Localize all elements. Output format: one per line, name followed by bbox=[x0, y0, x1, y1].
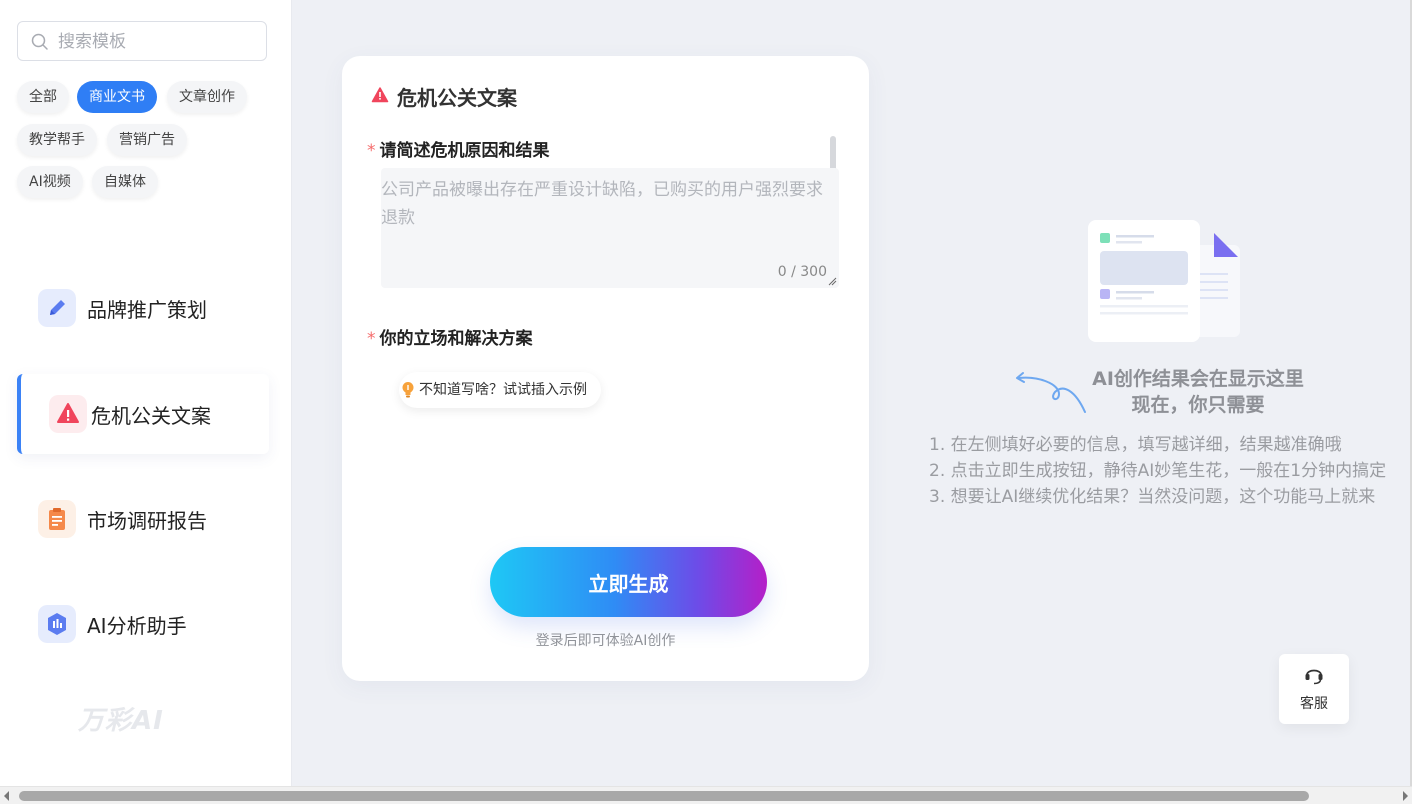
template-item-market-research[interactable]: 市场调研报告 bbox=[17, 479, 269, 559]
form-card: 危机公关文案 *请简述危机原因和结果 0 / 300 *你的立场和解决方案 不知… bbox=[342, 56, 869, 681]
clipboard-icon bbox=[38, 500, 76, 538]
generate-button[interactable]: 立即生成 bbox=[490, 547, 767, 617]
result-title-line2: 现在，你只需要 bbox=[1131, 394, 1265, 416]
category-chip-marketing[interactable]: 营销广告 bbox=[107, 124, 187, 156]
template-sidebar: 全部 商业文书 文章创作 教学帮手 营销广告 AI视频 自媒体 品牌推广策划 危… bbox=[0, 0, 292, 786]
required-mark: * bbox=[367, 329, 376, 349]
insert-example-button[interactable]: 不知道写啥？试试插入示例 bbox=[399, 372, 601, 408]
instruction-step: 1. 在左侧填好必要的信息，填写越详细，结果越准确哦 bbox=[929, 435, 1342, 455]
category-chip-business[interactable]: 商业文书 bbox=[77, 81, 157, 113]
field-label-text: 请简述危机原因和结果 bbox=[379, 141, 550, 161]
headset-icon bbox=[1305, 669, 1323, 685]
insert-example-label: 不知道写啥？试试插入示例 bbox=[419, 382, 587, 398]
login-tip: 登录后即可体验AI创作 bbox=[535, 633, 676, 649]
scroll-left-icon[interactable] bbox=[4, 791, 9, 801]
template-label: 危机公关文案 bbox=[91, 404, 211, 428]
instruction-step: 3. 想要让AI继续优化结果？当然没问题，这个功能马上就来 bbox=[929, 487, 1376, 507]
template-label: AI分析助手 bbox=[87, 614, 187, 638]
customer-service-button[interactable]: 客服 bbox=[1279, 654, 1349, 724]
warning-icon bbox=[49, 395, 87, 433]
category-chip-teaching[interactable]: 教学帮手 bbox=[17, 124, 97, 156]
horizontal-scrollbar[interactable] bbox=[0, 786, 1412, 804]
scrollbar-thumb[interactable] bbox=[19, 791, 1309, 801]
result-placeholder-title: AI创作结果会在显示这里 现在，你只需要 bbox=[1010, 366, 1386, 418]
category-chip-ai-video[interactable]: AI视频 bbox=[17, 166, 83, 198]
instruction-steps: 1. 在左侧填好必要的信息，填写越详细，结果越准确哦 2. 点击立即生成按钮，静… bbox=[929, 432, 1386, 510]
template-item-crisis-pr[interactable]: 危机公关文案 bbox=[17, 374, 269, 454]
instruction-step: 2. 点击立即生成按钮，静待AI妙笔生花，一般在1分钟内搞定 bbox=[929, 461, 1387, 481]
search-icon bbox=[31, 33, 48, 50]
search-box[interactable] bbox=[17, 21, 267, 61]
search-input[interactable] bbox=[58, 30, 258, 54]
char-counter: 0 / 300 bbox=[777, 264, 827, 280]
brand-logo: 万彩AI bbox=[78, 706, 164, 736]
resize-handle-icon[interactable] bbox=[827, 276, 837, 286]
result-title-line1: AI创作结果会在显示这里 bbox=[1092, 368, 1304, 390]
template-item-ai-analysis[interactable]: AI分析助手 bbox=[17, 584, 269, 664]
category-chip-all[interactable]: 全部 bbox=[17, 81, 69, 113]
crisis-cause-textarea[interactable] bbox=[381, 168, 826, 288]
required-mark: * bbox=[367, 141, 376, 161]
template-label: 品牌推广策划 bbox=[87, 298, 207, 322]
document-illustration-icon bbox=[1088, 220, 1240, 342]
warning-icon bbox=[371, 87, 389, 103]
category-chip-self-media[interactable]: 自媒体 bbox=[92, 166, 158, 198]
scroll-right-icon[interactable] bbox=[1403, 791, 1408, 801]
form-title: 危机公关文案 bbox=[397, 86, 517, 110]
template-item-brand-promotion[interactable]: 品牌推广策划 bbox=[17, 268, 269, 348]
pen-icon bbox=[38, 289, 76, 327]
chart-hexagon-icon bbox=[38, 605, 76, 643]
crisis-cause-field[interactable]: 0 / 300 bbox=[381, 168, 839, 288]
field-label-text: 你的立场和解决方案 bbox=[379, 329, 533, 349]
field-label-crisis-cause: * 请简述危机原因和结果 bbox=[367, 136, 550, 161]
category-chip-article[interactable]: 文章创作 bbox=[167, 81, 247, 113]
customer-service-label: 客服 bbox=[1300, 696, 1328, 712]
template-label: 市场调研报告 bbox=[87, 509, 207, 533]
lightbulb-icon bbox=[402, 382, 414, 398]
field-label-stance-solution: * 你的立场和解决方案 bbox=[367, 324, 533, 349]
